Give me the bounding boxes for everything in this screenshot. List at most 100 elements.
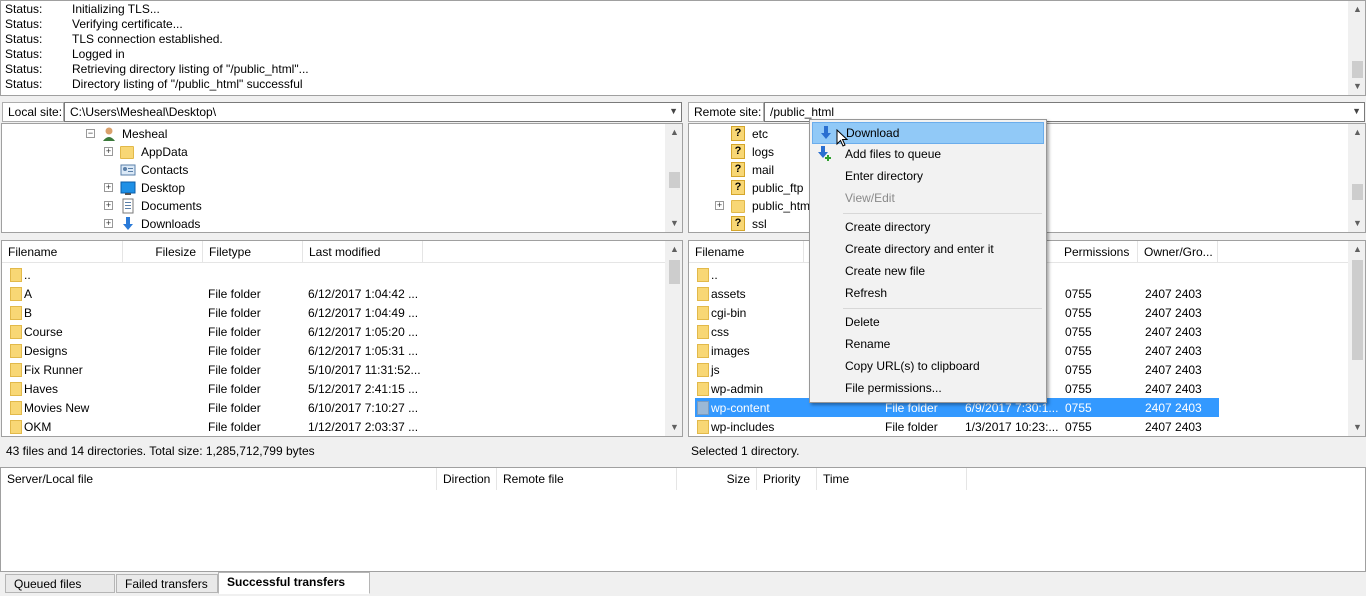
cell-modified: 1/12/2017 2:03:37 ... bbox=[308, 420, 419, 434]
cell-owner: 2407 2403 bbox=[1145, 363, 1202, 377]
user-icon bbox=[101, 126, 117, 142]
cell-owner: 2407 2403 bbox=[1145, 287, 1202, 301]
folder-icon bbox=[731, 198, 747, 214]
remote-list-scrollbar[interactable]: ▲ ▼ bbox=[1348, 241, 1365, 436]
scroll-down-icon[interactable]: ▼ bbox=[1349, 419, 1365, 436]
menu-item-rename[interactable]: Rename bbox=[812, 334, 1044, 356]
scroll-up-icon[interactable]: ▲ bbox=[666, 241, 682, 258]
folder-icon bbox=[10, 268, 22, 282]
cell-owner: 2407 2403 bbox=[1145, 401, 1202, 415]
column-owner-group[interactable]: Owner/Gro... bbox=[1138, 241, 1218, 263]
scroll-down-icon[interactable]: ▼ bbox=[1349, 215, 1365, 232]
tab-queued-files[interactable]: Queued files bbox=[5, 574, 115, 593]
scroll-thumb[interactable] bbox=[1352, 260, 1363, 360]
table-row[interactable]: A File folder 6/12/2017 1:04:42 ... bbox=[2, 284, 666, 303]
unknown-folder-icon: ? bbox=[731, 126, 747, 142]
local-list-scrollbar[interactable]: ▲ ▼ bbox=[665, 241, 682, 436]
collapse-icon[interactable]: − bbox=[86, 129, 95, 138]
scroll-up-icon[interactable]: ▲ bbox=[666, 124, 682, 141]
scroll-thumb[interactable] bbox=[669, 260, 680, 284]
chevron-down-icon[interactable]: ▼ bbox=[669, 106, 678, 116]
table-row[interactable]: Designs File folder 6/12/2017 1:05:31 ... bbox=[2, 341, 666, 360]
menu-item-create-new-file[interactable]: Create new file bbox=[812, 261, 1044, 283]
expand-icon[interactable]: + bbox=[715, 201, 724, 210]
local-tree-scrollbar[interactable]: ▲ ▼ bbox=[665, 124, 682, 232]
expand-icon[interactable]: + bbox=[104, 183, 113, 192]
folder-icon bbox=[10, 420, 22, 434]
column-filename[interactable]: Filename bbox=[689, 241, 804, 263]
column-server-local-file[interactable]: Server/Local file bbox=[1, 468, 437, 490]
menu-item-copy-url[interactable]: Copy URL(s) to clipboard bbox=[812, 356, 1044, 378]
folder-icon bbox=[697, 420, 709, 434]
log-scrollbar[interactable]: ▲ ▼ bbox=[1348, 1, 1365, 95]
cell-owner: 2407 2403 bbox=[1145, 306, 1202, 320]
message-log: Status: Initializing TLS... Status: Verify… bbox=[0, 0, 1366, 96]
cell-modified: 6/12/2017 1:04:49 ... bbox=[308, 306, 419, 320]
cell-owner: 2407 2403 bbox=[1145, 325, 1202, 339]
cell-modified: 5/10/2017 11:31:52... bbox=[308, 363, 421, 377]
column-permissions[interactable]: Permissions bbox=[1058, 241, 1138, 263]
table-row[interactable]: Course File folder 6/12/2017 1:05:20 ... bbox=[2, 322, 666, 341]
scroll-up-icon[interactable]: ▲ bbox=[1349, 124, 1365, 141]
cell-name: wp-includes bbox=[711, 420, 775, 434]
local-path-value: C:\Users\Mesheal\Desktop\ bbox=[70, 105, 217, 119]
tab-successful-transfers[interactable]: Successful transfers bbox=[218, 572, 370, 594]
remote-tree-scrollbar[interactable]: ▲ ▼ bbox=[1348, 124, 1365, 232]
column-filetype[interactable]: Filetype bbox=[203, 241, 303, 263]
folder-icon bbox=[10, 382, 22, 396]
desktop-icon bbox=[120, 180, 136, 196]
table-row[interactable]: .. bbox=[2, 265, 666, 284]
cell-type: File folder bbox=[885, 420, 938, 434]
folder-icon bbox=[697, 306, 709, 320]
menu-item-create-directory-enter[interactable]: Create directory and enter it bbox=[812, 239, 1044, 261]
chevron-down-icon[interactable]: ▼ bbox=[1352, 106, 1361, 116]
folder-icon bbox=[697, 268, 709, 282]
column-remote-file[interactable]: Remote file bbox=[497, 468, 677, 490]
menu-item-refresh[interactable]: Refresh bbox=[812, 283, 1044, 305]
cell-type: File folder bbox=[208, 344, 261, 358]
scroll-up-icon[interactable]: ▲ bbox=[1349, 241, 1365, 258]
cell-name: Haves bbox=[24, 382, 59, 396]
folder-icon bbox=[10, 401, 22, 415]
scroll-thumb[interactable] bbox=[669, 172, 680, 188]
unknown-folder-icon: ? bbox=[731, 162, 747, 178]
scroll-thumb[interactable] bbox=[1352, 184, 1363, 200]
menu-item-create-directory[interactable]: Create directory bbox=[812, 217, 1044, 239]
column-last-modified[interactable]: Last modified bbox=[303, 241, 423, 263]
folder-icon bbox=[10, 325, 22, 339]
table-row[interactable]: OKM File folder 1/12/2017 2:03:37 ... bbox=[2, 417, 666, 436]
scroll-up-icon[interactable]: ▲ bbox=[1349, 1, 1365, 18]
table-row[interactable]: wp-includes File folder 1/3/2017 10:23:...… bbox=[689, 417, 1219, 436]
scroll-down-icon[interactable]: ▼ bbox=[666, 215, 682, 232]
cell-owner: 2407 2403 bbox=[1145, 382, 1202, 396]
expand-icon[interactable]: + bbox=[104, 147, 113, 156]
local-path-combobox[interactable]: C:\Users\Mesheal\Desktop\ ▼ bbox=[64, 102, 682, 122]
menu-item-enter-directory[interactable]: Enter directory bbox=[812, 166, 1044, 188]
expand-icon[interactable]: + bbox=[104, 201, 113, 210]
column-filename[interactable]: Filename bbox=[2, 241, 123, 263]
scroll-down-icon[interactable]: ▼ bbox=[666, 419, 682, 436]
folder-icon bbox=[697, 287, 709, 301]
remote-path-value: /public_html bbox=[770, 105, 835, 119]
expand-icon[interactable]: + bbox=[104, 219, 113, 228]
column-direction[interactable]: Direction bbox=[437, 468, 497, 490]
tab-failed-transfers[interactable]: Failed transfers bbox=[116, 574, 218, 593]
menu-item-file-permissions[interactable]: File permissions... bbox=[812, 378, 1044, 400]
column-time[interactable]: Time bbox=[817, 468, 967, 490]
table-row[interactable]: Movies New File folder 6/10/2017 7:10:27 .… bbox=[2, 398, 666, 417]
scroll-down-icon[interactable]: ▼ bbox=[1349, 78, 1365, 95]
column-priority[interactable]: Priority bbox=[757, 468, 817, 490]
menu-item-delete[interactable]: Delete bbox=[812, 312, 1044, 334]
column-size[interactable]: Size bbox=[677, 468, 757, 490]
cell-name: Movies New bbox=[24, 401, 90, 415]
cell-modified: 6/10/2017 7:10:27 ... bbox=[308, 401, 419, 415]
table-row[interactable]: Fix Runner File folder 5/10/2017 11:31:52.… bbox=[2, 360, 666, 379]
table-row[interactable]: B File folder 6/12/2017 1:04:49 ... bbox=[2, 303, 666, 322]
unknown-folder-icon: ? bbox=[731, 180, 747, 196]
cell-name: css bbox=[711, 325, 729, 339]
scroll-thumb[interactable] bbox=[1352, 61, 1363, 78]
column-filesize[interactable]: Filesize bbox=[123, 241, 203, 263]
download-arrow-icon bbox=[818, 125, 834, 144]
folder-icon bbox=[10, 344, 22, 358]
table-row[interactable]: Haves File folder 5/12/2017 2:41:15 ... bbox=[2, 379, 666, 398]
